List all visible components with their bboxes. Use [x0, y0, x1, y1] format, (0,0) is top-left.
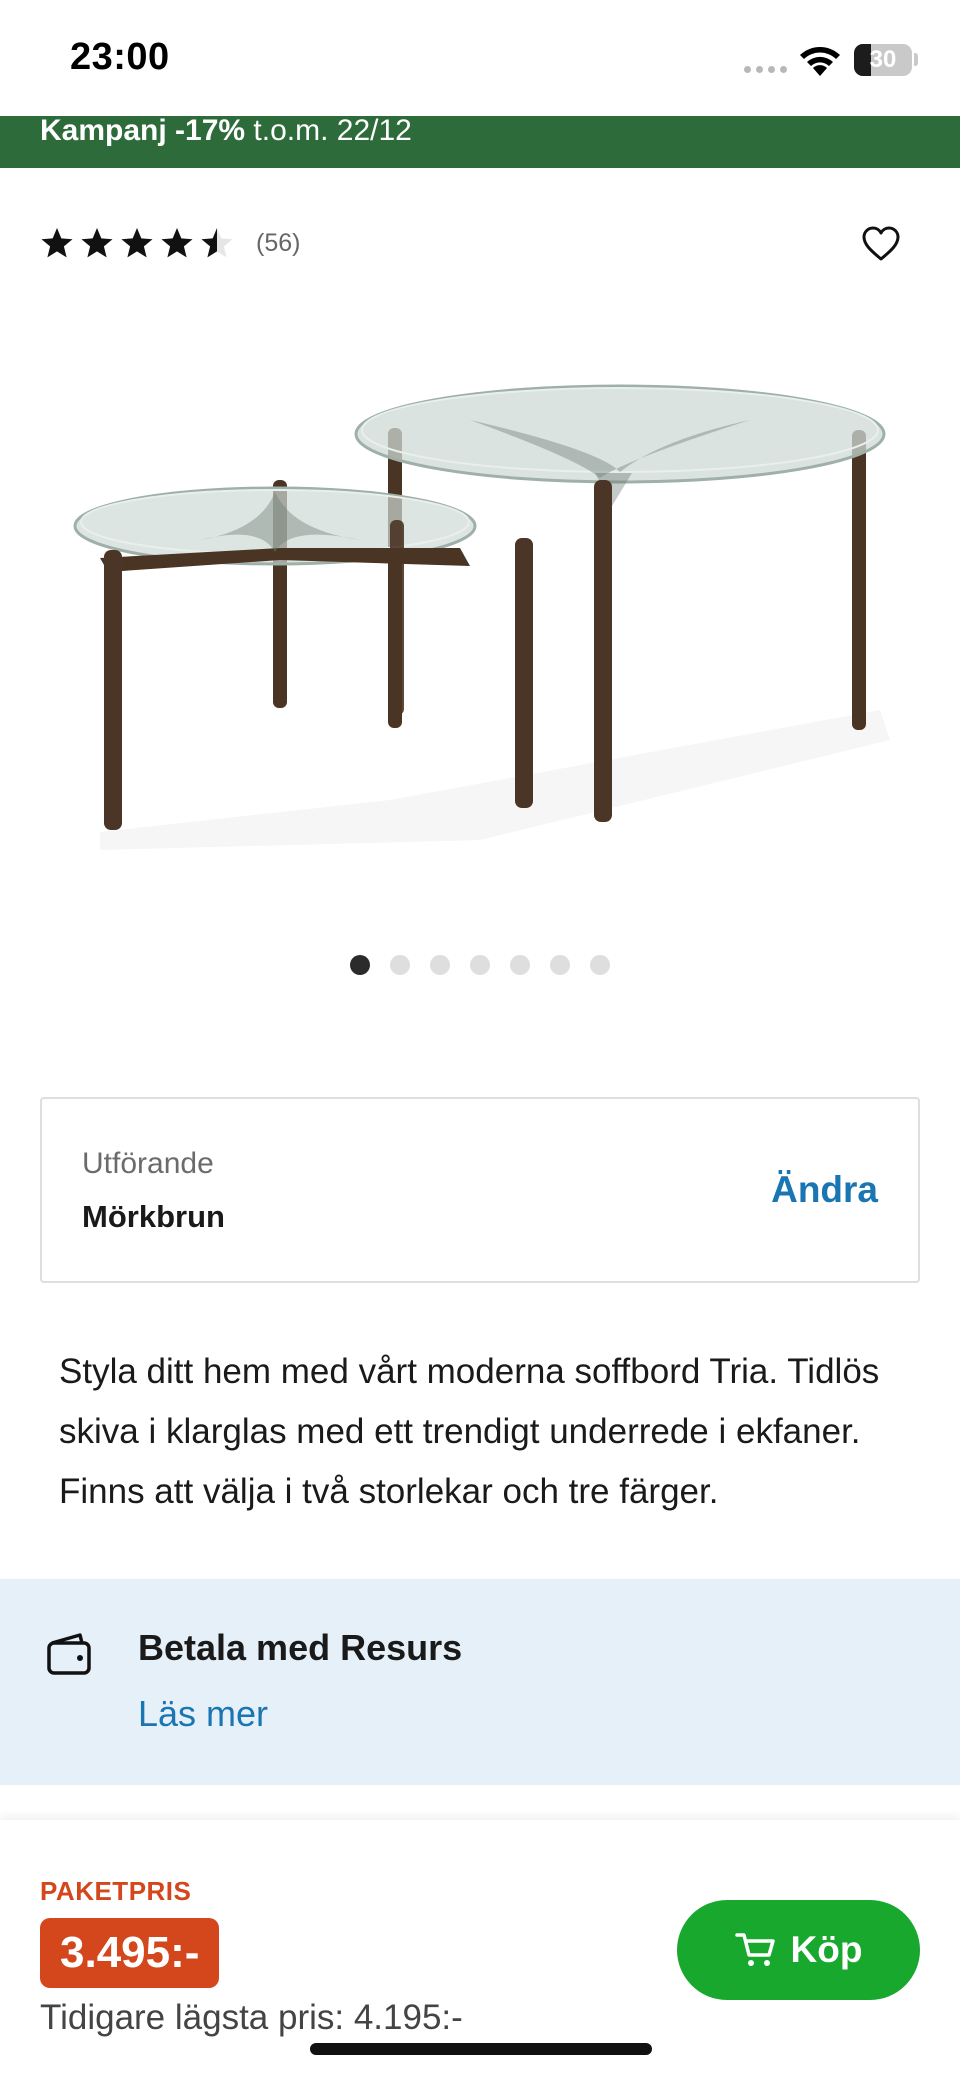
status-bar: 23:00 30	[0, 0, 960, 116]
carousel-dot[interactable]	[510, 955, 530, 975]
star-icon	[41, 228, 73, 258]
carousel-dot[interactable]	[470, 955, 490, 975]
rating-stars	[40, 226, 234, 260]
product-image[interactable]	[60, 380, 900, 870]
star-icon	[201, 228, 233, 258]
purchase-bar: PAKETPRIS 3.495:- Tidigare lägsta pris: …	[0, 1820, 960, 2078]
star-icon	[121, 228, 153, 258]
campaign-banner: Kampanj -17% t.o.m. 22/12	[0, 116, 960, 168]
heart-outline-icon[interactable]	[862, 226, 900, 262]
product-rating[interactable]: (56)	[40, 226, 300, 260]
product-description: Styla ditt hem med vårt moderna soffbord…	[59, 1352, 880, 1511]
buy-button[interactable]: Köp	[677, 1900, 920, 2000]
price-badge: 3.495:-	[40, 1918, 220, 1988]
carousel-dot[interactable]	[430, 955, 450, 975]
battery-level: 30	[869, 46, 897, 73]
variant-selector[interactable]: Utförande Mörkbrun Ändra	[40, 1097, 920, 1283]
battery-cap	[914, 53, 918, 66]
variant-value: Mörkbrun	[82, 1199, 225, 1234]
campaign-label: Kampanj -17%	[40, 116, 246, 147]
battery-icon: 30	[854, 44, 912, 76]
read-more-link[interactable]: Läs mer	[138, 1693, 268, 1735]
cellular-signal-icon	[744, 66, 787, 73]
carousel-dot[interactable]	[590, 955, 610, 975]
star-icon	[161, 228, 193, 258]
status-time: 23:00	[70, 36, 170, 78]
buy-label: Köp	[790, 1929, 863, 1970]
payment-title: Betala med Resurs	[138, 1627, 463, 1668]
cart-icon	[734, 1933, 775, 1966]
previous-lowest-price: Tidigare lägsta pris: 4.195:-	[40, 1998, 463, 2037]
image-carousel-dots	[350, 955, 610, 975]
carousel-dot[interactable]	[550, 955, 570, 975]
payment-info-panel: Betala med Resurs Läs mer	[0, 1579, 960, 1785]
home-indicator	[310, 2043, 652, 2055]
wifi-icon	[800, 47, 840, 76]
wallet-icon	[47, 1633, 91, 1675]
carousel-dot[interactable]	[390, 955, 410, 975]
campaign-dates: t.o.m. 22/12	[245, 116, 412, 147]
floor-shadow	[100, 710, 890, 850]
carousel-dot[interactable]	[350, 955, 370, 975]
variant-label: Utförande	[82, 1147, 214, 1180]
star-icon	[81, 228, 113, 258]
price-label: PAKETPRIS	[40, 1876, 192, 1906]
change-variant-button[interactable]: Ändra	[771, 1169, 878, 1211]
review-count: (56)	[256, 228, 301, 257]
